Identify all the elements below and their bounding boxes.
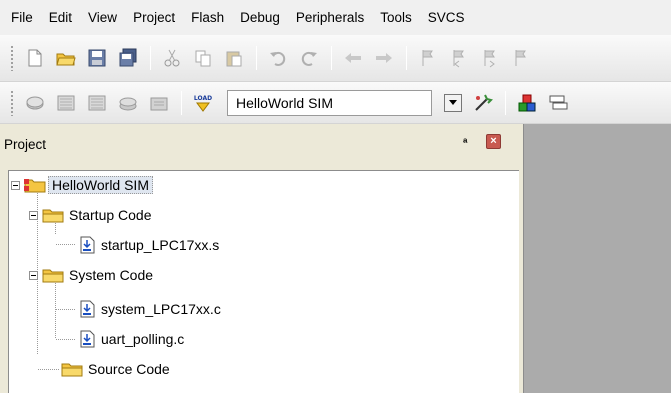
toolbar-grip[interactable]: [10, 89, 14, 116]
stop-build-icon[interactable]: [146, 90, 172, 116]
menu-bar: File Edit View Project Flash Debug Perip…: [0, 0, 671, 35]
toolbar-separator: [150, 46, 151, 70]
tree-group-system[interactable]: System Code: [29, 265, 153, 285]
build-icon[interactable]: [53, 90, 79, 116]
tree-file[interactable]: system_LPC17xx.c: [79, 299, 221, 319]
menu-edit[interactable]: Edit: [41, 0, 80, 35]
menu-view[interactable]: View: [80, 0, 125, 35]
folder-icon: [42, 267, 64, 283]
tree-file[interactable]: uart_polling.c: [79, 329, 184, 349]
toolbar-separator: [331, 46, 332, 70]
tree-group-startup[interactable]: Startup Code: [29, 205, 152, 225]
menu-tools[interactable]: Tools: [372, 0, 420, 35]
folder-icon: [42, 207, 64, 223]
target-folder-icon: [24, 177, 46, 193]
bookmark-icon[interactable]: [415, 45, 441, 71]
project-tree-area: HelloWorld SIM Startup Code startup_LPC1…: [0, 164, 521, 393]
new-file-icon[interactable]: [22, 45, 48, 71]
load-icon-label: LOAD: [194, 95, 212, 102]
toolbar-separator: [256, 46, 257, 70]
project-tree: HelloWorld SIM Startup Code startup_LPC1…: [8, 170, 519, 393]
collapse-icon[interactable]: [11, 180, 20, 190]
undo-icon[interactable]: [265, 45, 291, 71]
tree-line: [56, 244, 76, 245]
bookmark-next-icon[interactable]: [477, 45, 503, 71]
chevron-down-icon[interactable]: [444, 93, 462, 112]
nav-forward-icon[interactable]: [371, 45, 397, 71]
bookmark-clear-icon[interactable]: [508, 45, 534, 71]
batch-build-icon[interactable]: [115, 90, 141, 116]
file-toolbar: [0, 35, 671, 82]
project-panel-title: Project: [4, 136, 47, 152]
tree-group-label: Source Code: [88, 361, 170, 377]
open-folder-icon[interactable]: [53, 45, 79, 71]
redo-icon[interactable]: [296, 45, 322, 71]
pin-icon[interactable]: ª: [463, 136, 467, 150]
toolbar-separator: [406, 46, 407, 70]
save-all-icon[interactable]: [115, 45, 141, 71]
toolbar-grip[interactable]: [10, 45, 14, 71]
collapse-icon[interactable]: [29, 270, 38, 280]
tree-group-label: System Code: [69, 267, 154, 283]
copy-icon[interactable]: [190, 45, 216, 71]
target-options-icon[interactable]: [470, 90, 496, 116]
menu-project[interactable]: Project: [125, 0, 183, 35]
tree-group-source[interactable]: Source Code: [61, 359, 170, 379]
paste-icon[interactable]: [221, 45, 247, 71]
menu-file[interactable]: File: [7, 0, 41, 35]
project-panel-header: Project ª ×: [0, 124, 521, 164]
file-icon: [79, 330, 95, 348]
menu-flash[interactable]: Flash: [183, 0, 232, 35]
tree-root[interactable]: HelloWorld SIM: [11, 175, 153, 195]
target-select[interactable]: HelloWorld SIM: [227, 89, 432, 116]
translate-icon[interactable]: [22, 90, 48, 116]
file-icon: [79, 300, 95, 318]
bookmark-prev-icon[interactable]: [446, 45, 472, 71]
cut-icon[interactable]: [159, 45, 185, 71]
build-toolbar: LOAD HelloWorld SIM: [0, 82, 671, 124]
tree-file-label: uart_polling.c: [101, 331, 185, 347]
tree-file-label: startup_LPC17xx.s: [101, 237, 220, 253]
tree-file-label: system_LPC17xx.c: [101, 301, 221, 317]
tree-group-label: Startup Code: [69, 207, 152, 223]
tree-line: [56, 339, 76, 340]
nav-back-icon[interactable]: [340, 45, 366, 71]
tree-line: [38, 369, 60, 370]
toolbar-separator: [181, 90, 182, 115]
toolbar-separator: [505, 90, 506, 115]
collapse-icon[interactable]: [29, 210, 38, 220]
manage-components-icon[interactable]: [514, 90, 540, 116]
menu-peripherals[interactable]: Peripherals: [288, 0, 372, 35]
folder-icon: [61, 361, 83, 377]
tree-line: [56, 309, 76, 310]
menu-debug[interactable]: Debug: [232, 0, 288, 35]
editor-area[interactable]: [523, 124, 671, 393]
tree-file[interactable]: startup_LPC17xx.s: [79, 235, 219, 255]
menu-svcs[interactable]: SVCS: [420, 0, 473, 35]
tree-root-label: HelloWorld SIM: [48, 176, 153, 194]
rebuild-icon[interactable]: [84, 90, 110, 116]
load-icon[interactable]: LOAD: [190, 90, 216, 116]
close-icon[interactable]: ×: [486, 134, 501, 149]
save-icon[interactable]: [84, 45, 110, 71]
file-icon: [79, 236, 95, 254]
file-extensions-icon[interactable]: [545, 90, 571, 116]
